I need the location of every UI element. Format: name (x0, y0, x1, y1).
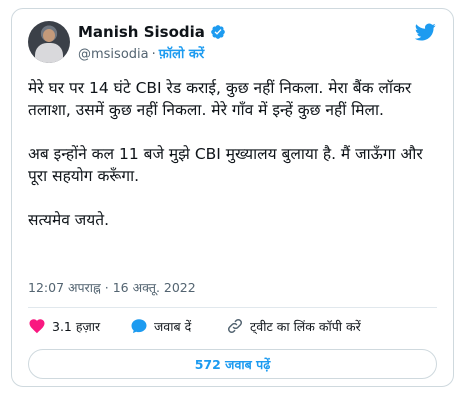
reply-button[interactable]: जवाब दें (130, 317, 226, 335)
author-handle-row: @msisodia · फ़ॉलो करें (78, 44, 204, 62)
like-button[interactable]: 3.1 हज़ार (28, 317, 130, 335)
avatar-body (35, 43, 63, 63)
read-replies-button[interactable]: 572 जवाब पढ़ें (28, 349, 437, 379)
tweet-actions: 3.1 हज़ार जवाब दें ट्वीट का लिंक कॉपी कर… (28, 315, 437, 337)
reply-bubble-icon (130, 317, 148, 335)
reply-label: जवाब दें (154, 318, 192, 334)
copy-link-button[interactable]: ट्वीट का लिंक कॉपी करें (226, 317, 361, 335)
link-icon (226, 317, 244, 335)
copy-link-label: ट्वीट का लिंक कॉपी करें (250, 318, 361, 334)
author-display-name[interactable]: Manish Sisodia (78, 23, 205, 41)
likes-count: 3.1 हज़ार (52, 318, 101, 334)
tweet-card: Manish Sisodia @msisodia · फ़ॉलो करें मेरे… (11, 8, 454, 387)
twitter-bird-icon[interactable] (413, 21, 437, 43)
avatar-head (43, 29, 55, 42)
tweet-text: मेरे घर पर 14 घंटे CBI रेड कराई, कुछ नही… (28, 77, 440, 253)
follow-button[interactable]: फ़ॉलो करें (159, 47, 204, 62)
tweet-paragraph: मेरे घर पर 14 घंटे CBI रेड कराई, कुछ नही… (28, 79, 412, 119)
heart-icon (28, 317, 46, 335)
tweet-paragraph: सत्यमेव जयते. (28, 211, 110, 229)
tweet-timestamp[interactable]: 12:07 अपराह्न · 16 अक्तू. 2022 (28, 279, 196, 296)
tweet-paragraph: अब इन्होंने कल 11 बजे मुझे CBI मुख्यालय … (28, 145, 423, 185)
avatar[interactable] (28, 21, 70, 63)
verified-badge-icon (210, 24, 226, 40)
author-name-row: Manish Sisodia (78, 23, 226, 41)
author-handle[interactable]: @msisodia (78, 47, 149, 62)
divider (28, 307, 437, 308)
separator-dot: · (151, 47, 156, 62)
